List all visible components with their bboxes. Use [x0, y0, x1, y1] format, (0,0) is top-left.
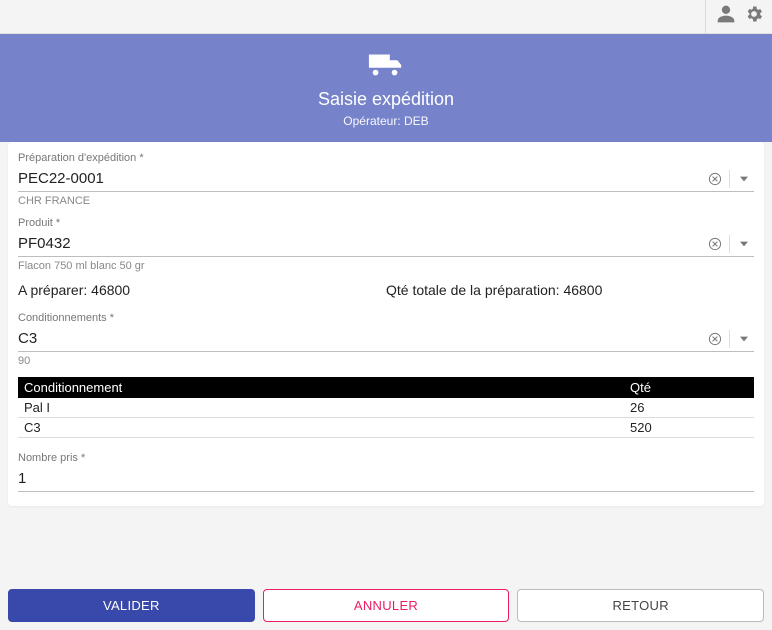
page-title: Saisie expédition: [0, 89, 772, 110]
hint-conditionnements: 90: [18, 355, 754, 367]
total-value: 46800: [563, 282, 602, 298]
chevron-down-icon[interactable]: [734, 234, 754, 254]
hint-product: Flacon 750 ml blanc 50 gr: [18, 260, 754, 272]
user-icon[interactable]: [716, 4, 736, 29]
hint-preparation: CHR FRANCE: [18, 195, 754, 207]
label-conditionnements: Conditionnements *: [18, 312, 754, 324]
label-nombre-pris: Nombre pris *: [18, 452, 754, 464]
form-card: Préparation d'expédition * CHR FRANCE Pr…: [8, 142, 764, 506]
input-nombre-pris[interactable]: [18, 466, 754, 491]
truck-icon: [367, 65, 405, 82]
conditionnement-table: Conditionnement Qté Pal I 26 C3 520: [18, 377, 754, 438]
summary-row: A préparer: 46800 Qté totale de la prépa…: [18, 282, 754, 298]
label-product: Produit *: [18, 217, 754, 229]
topbar-divider: [705, 0, 706, 33]
hero: Saisie expédition Opérateur: DEB: [0, 34, 772, 142]
table-row: C3 520: [18, 418, 754, 438]
field-conditionnements: Conditionnements * 90: [18, 312, 754, 367]
label-preparation: Préparation d'expédition *: [18, 152, 754, 164]
validate-button[interactable]: VALIDER: [8, 589, 255, 622]
to-prepare-value: 46800: [91, 282, 130, 298]
input-preparation[interactable]: [18, 166, 705, 191]
clear-icon[interactable]: [705, 329, 725, 349]
topbar: [0, 0, 772, 34]
clear-icon[interactable]: [705, 169, 725, 189]
gear-icon[interactable]: [744, 4, 764, 29]
chevron-down-icon[interactable]: [734, 329, 754, 349]
th-conditionnement: Conditionnement: [18, 377, 624, 398]
table-row: Pal I 26: [18, 398, 754, 418]
button-bar: VALIDER ANNULER RETOUR: [8, 589, 764, 622]
field-product: Produit * Flacon 750 ml blanc 50 gr: [18, 217, 754, 272]
field-nombre-pris: Nombre pris *: [18, 452, 754, 492]
clear-icon[interactable]: [705, 234, 725, 254]
input-conditionnements[interactable]: [18, 326, 705, 351]
operator-line: Opérateur: DEB: [0, 114, 772, 128]
to-prepare-label: A préparer:: [18, 282, 87, 298]
cancel-button[interactable]: ANNULER: [263, 589, 510, 622]
back-button[interactable]: RETOUR: [517, 589, 764, 622]
input-product[interactable]: [18, 231, 705, 256]
field-preparation: Préparation d'expédition * CHR FRANCE: [18, 152, 754, 207]
th-qte: Qté: [624, 377, 754, 398]
chevron-down-icon[interactable]: [734, 169, 754, 189]
total-label: Qté totale de la préparation:: [386, 282, 560, 298]
